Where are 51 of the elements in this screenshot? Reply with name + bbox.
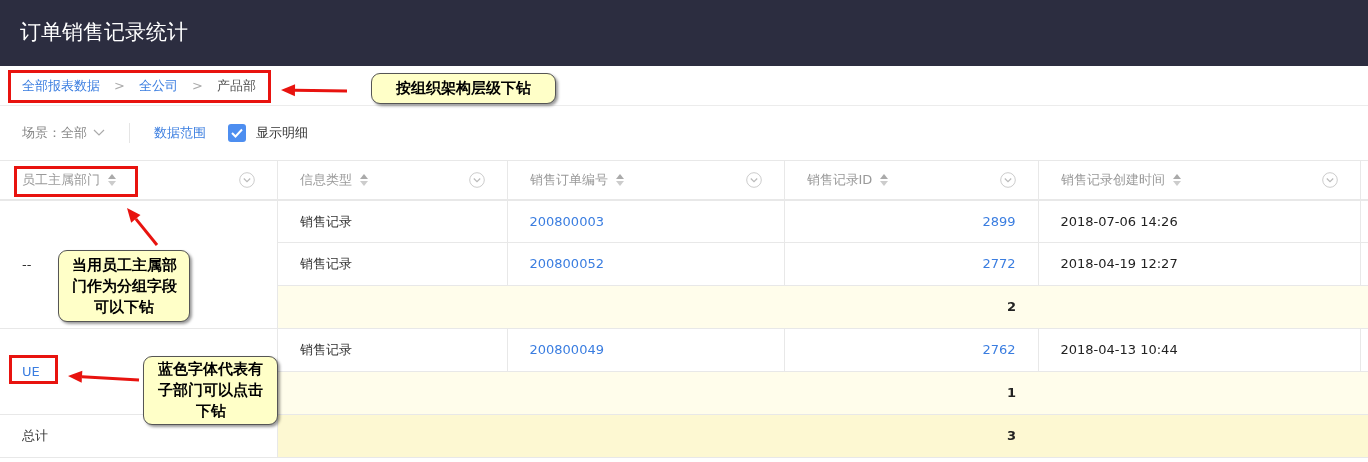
callout-note: 蓝色字体代表有子部门可以点击下钻 [143,356,278,425]
department-cell: -- [22,256,32,272]
column-header[interactable]: 员工主属部门 [0,160,277,200]
table-cell: 销售记录 [299,342,352,358]
chevron-down-icon [93,129,105,137]
sort-icon[interactable] [359,173,368,186]
column-header[interactable]: 销售订单编号 [507,160,784,200]
show-detail-label: 显示明细 [256,124,308,143]
subtotal-value: 1 [1006,385,1016,401]
column-header[interactable]: 销售记录ID [784,160,1038,200]
table-cell: 销售记录 [299,213,352,229]
table-cell: 2018-04-19 12:27 [1060,256,1178,272]
callout-note: 当用员工主属部门作为分组字段可以下钻 [58,250,190,322]
show-detail-checkbox[interactable] [228,124,246,142]
total-label: 总计 [22,428,48,444]
table-cell: 2018-04-13 10:44 [1060,342,1178,358]
column-header[interactable]: 销售记录创建时间 [1038,160,1360,200]
total-value: 3 [1006,428,1016,444]
column-header[interactable]: 信息类型 [277,160,507,200]
breadcrumb-link[interactable]: 全部报表数据 [22,75,100,96]
department-link[interactable]: UE [22,363,40,379]
order-number-link[interactable]: 200800052 [529,256,604,272]
subtotal-value: 2 [1006,299,1016,315]
breadcrumb-separator: > [191,76,203,95]
table-cell: 销售记录 [299,256,352,272]
scene-dropdown[interactable]: 场景：全部 [22,123,105,143]
dropdown-circle-icon[interactable] [468,171,485,188]
sort-icon[interactable] [1172,173,1181,186]
table-cell: 2018-07-06 14:26 [1060,213,1178,229]
breadcrumb-link[interactable]: 全公司 [138,75,178,96]
dropdown-circle-icon[interactable] [999,171,1016,188]
record-id-link[interactable]: 2772 [982,256,1016,272]
dropdown-circle-icon[interactable] [1321,171,1338,188]
sort-icon[interactable] [880,173,889,186]
sort-icon[interactable] [615,173,624,186]
record-id-link[interactable]: 2762 [982,342,1016,358]
breadcrumb-current: 产品部 [216,76,256,95]
record-id-link[interactable]: 2899 [982,213,1016,229]
pointer-arrow [68,370,140,383]
callout-note: 按组织架构层级下钻 [371,73,556,104]
order-number-link[interactable]: 200800003 [529,213,604,229]
highlight-frame [9,355,58,384]
dropdown-circle-icon[interactable] [238,171,255,188]
page-title: 订单销售记录统计 [20,19,188,47]
breadcrumb-separator: > [114,76,125,95]
order-number-link[interactable]: 200800049 [529,342,604,358]
pointer-arrow [127,208,159,246]
sort-icon[interactable] [108,173,116,186]
data-range-link[interactable]: 数据范围 [154,123,206,143]
dropdown-circle-icon[interactable] [745,171,762,188]
pointer-arrow [281,84,348,97]
